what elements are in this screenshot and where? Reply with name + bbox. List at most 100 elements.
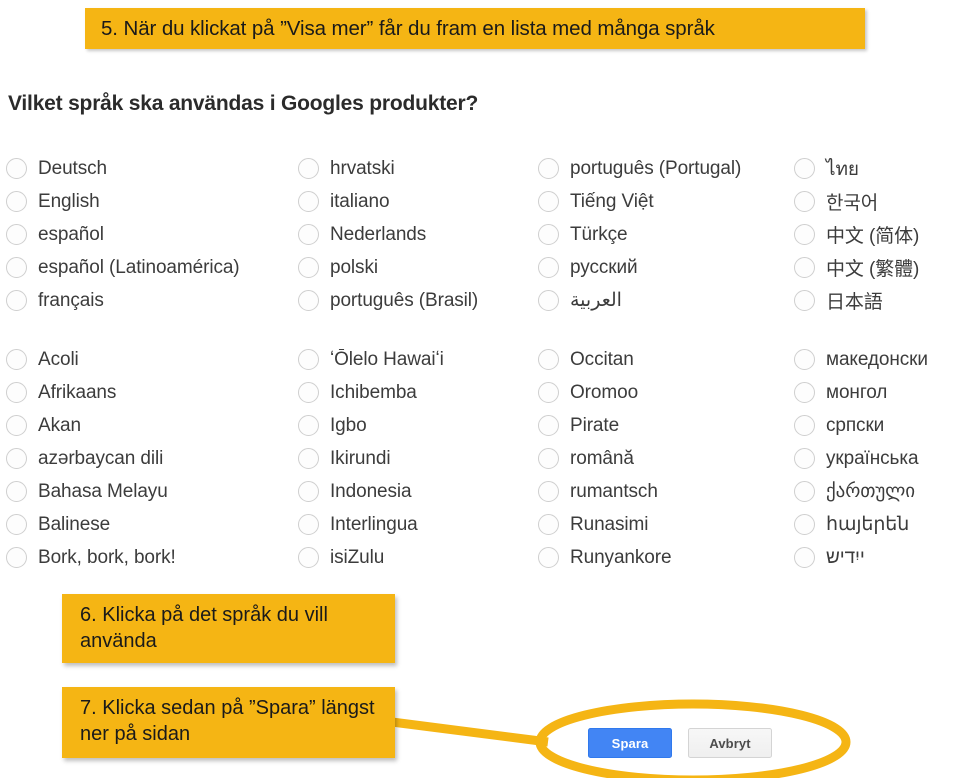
radio-button-icon[interactable]	[298, 547, 319, 568]
radio-button-icon[interactable]	[538, 415, 559, 436]
language-option[interactable]: Balinese	[6, 508, 298, 541]
radio-button-icon[interactable]	[538, 224, 559, 245]
radio-button-icon[interactable]	[6, 158, 27, 179]
language-option[interactable]: Nederlands	[298, 218, 538, 251]
radio-button-icon[interactable]	[794, 349, 815, 370]
radio-button-icon[interactable]	[794, 224, 815, 245]
language-option[interactable]: isiZulu	[298, 541, 538, 574]
language-option[interactable]: Acoli	[6, 343, 298, 376]
language-option[interactable]: Pirate	[538, 409, 796, 442]
radio-button-icon[interactable]	[538, 158, 559, 179]
radio-button-icon[interactable]	[794, 382, 815, 403]
language-option[interactable]: Tiếng Việt	[538, 185, 796, 218]
radio-button-icon[interactable]	[794, 481, 815, 502]
radio-button-icon[interactable]	[6, 481, 27, 502]
radio-button-icon[interactable]	[794, 415, 815, 436]
language-option[interactable]: ไทย	[794, 152, 960, 185]
radio-button-icon[interactable]	[298, 382, 319, 403]
radio-button-icon[interactable]	[298, 257, 319, 278]
language-option[interactable]: hrvatski	[298, 152, 538, 185]
radio-button-icon[interactable]	[298, 191, 319, 212]
language-option[interactable]: العربية	[538, 284, 796, 317]
language-option[interactable]: ქართული	[794, 475, 960, 508]
radio-button-icon[interactable]	[6, 514, 27, 535]
language-option[interactable]: монгол	[794, 376, 960, 409]
radio-button-icon[interactable]	[794, 547, 815, 568]
radio-button-icon[interactable]	[538, 514, 559, 535]
radio-button-icon[interactable]	[538, 349, 559, 370]
language-option[interactable]: Interlingua	[298, 508, 538, 541]
radio-button-icon[interactable]	[6, 257, 27, 278]
language-option[interactable]: Indonesia	[298, 475, 538, 508]
language-option[interactable]: português (Brasil)	[298, 284, 538, 317]
language-option[interactable]: Occitan	[538, 343, 796, 376]
radio-button-icon[interactable]	[538, 290, 559, 311]
language-option[interactable]: Bork, bork, bork!	[6, 541, 298, 574]
language-option[interactable]: français	[6, 284, 298, 317]
radio-button-icon[interactable]	[298, 224, 319, 245]
language-option[interactable]: ייִדיש	[794, 541, 960, 574]
language-option[interactable]: 日本語	[794, 284, 960, 317]
language-option[interactable]: српски	[794, 409, 960, 442]
radio-button-icon[interactable]	[794, 257, 815, 278]
language-option[interactable]: українська	[794, 442, 960, 475]
radio-button-icon[interactable]	[298, 448, 319, 469]
radio-button-icon[interactable]	[298, 481, 319, 502]
language-option[interactable]: Runasimi	[538, 508, 796, 541]
radio-button-icon[interactable]	[538, 481, 559, 502]
radio-button-icon[interactable]	[538, 382, 559, 403]
language-option[interactable]: español (Latinoamérica)	[6, 251, 298, 284]
language-option[interactable]: English	[6, 185, 298, 218]
language-option[interactable]: македонски	[794, 343, 960, 376]
language-option-label: English	[38, 190, 100, 212]
language-option[interactable]: Akan	[6, 409, 298, 442]
radio-button-icon[interactable]	[794, 191, 815, 212]
language-option[interactable]: polski	[298, 251, 538, 284]
radio-button-icon[interactable]	[6, 382, 27, 403]
language-option[interactable]: ʻŌlelo Hawaiʻi	[298, 343, 538, 376]
radio-button-icon[interactable]	[298, 158, 319, 179]
language-option[interactable]: Igbo	[298, 409, 538, 442]
radio-button-icon[interactable]	[794, 290, 815, 311]
save-button[interactable]: Spara	[588, 728, 672, 758]
cancel-button[interactable]: Avbryt	[688, 728, 772, 758]
language-option[interactable]: português (Portugal)	[538, 152, 796, 185]
radio-button-icon[interactable]	[298, 415, 319, 436]
radio-button-icon[interactable]	[6, 290, 27, 311]
language-option[interactable]: azərbaycan dili	[6, 442, 298, 475]
language-option[interactable]: հայերեն	[794, 508, 960, 541]
language-option[interactable]: Runyankore	[538, 541, 796, 574]
language-option[interactable]: italiano	[298, 185, 538, 218]
language-option[interactable]: español	[6, 218, 298, 251]
radio-button-icon[interactable]	[538, 448, 559, 469]
language-option[interactable]: Ikirundi	[298, 442, 538, 475]
language-option[interactable]: Afrikaans	[6, 376, 298, 409]
language-option[interactable]: Ichibemba	[298, 376, 538, 409]
radio-button-icon[interactable]	[298, 349, 319, 370]
radio-button-icon[interactable]	[794, 158, 815, 179]
radio-button-icon[interactable]	[794, 448, 815, 469]
language-option-label: português (Brasil)	[330, 289, 479, 311]
radio-button-icon[interactable]	[538, 547, 559, 568]
language-option[interactable]: Deutsch	[6, 152, 298, 185]
language-option[interactable]: 中文 (简体)	[794, 218, 960, 251]
radio-button-icon[interactable]	[6, 224, 27, 245]
radio-button-icon[interactable]	[298, 514, 319, 535]
radio-button-icon[interactable]	[298, 290, 319, 311]
language-option[interactable]: 한국어	[794, 185, 960, 218]
radio-button-icon[interactable]	[538, 191, 559, 212]
language-option[interactable]: rumantsch	[538, 475, 796, 508]
radio-button-icon[interactable]	[794, 514, 815, 535]
language-option[interactable]: Türkçe	[538, 218, 796, 251]
language-option[interactable]: русский	[538, 251, 796, 284]
language-option[interactable]: Oromoo	[538, 376, 796, 409]
language-option[interactable]: română	[538, 442, 796, 475]
radio-button-icon[interactable]	[6, 448, 27, 469]
radio-button-icon[interactable]	[6, 547, 27, 568]
radio-button-icon[interactable]	[6, 349, 27, 370]
language-option[interactable]: Bahasa Melayu	[6, 475, 298, 508]
radio-button-icon[interactable]	[538, 257, 559, 278]
radio-button-icon[interactable]	[6, 415, 27, 436]
radio-button-icon[interactable]	[6, 191, 27, 212]
language-option[interactable]: 中文 (繁體)	[794, 251, 960, 284]
